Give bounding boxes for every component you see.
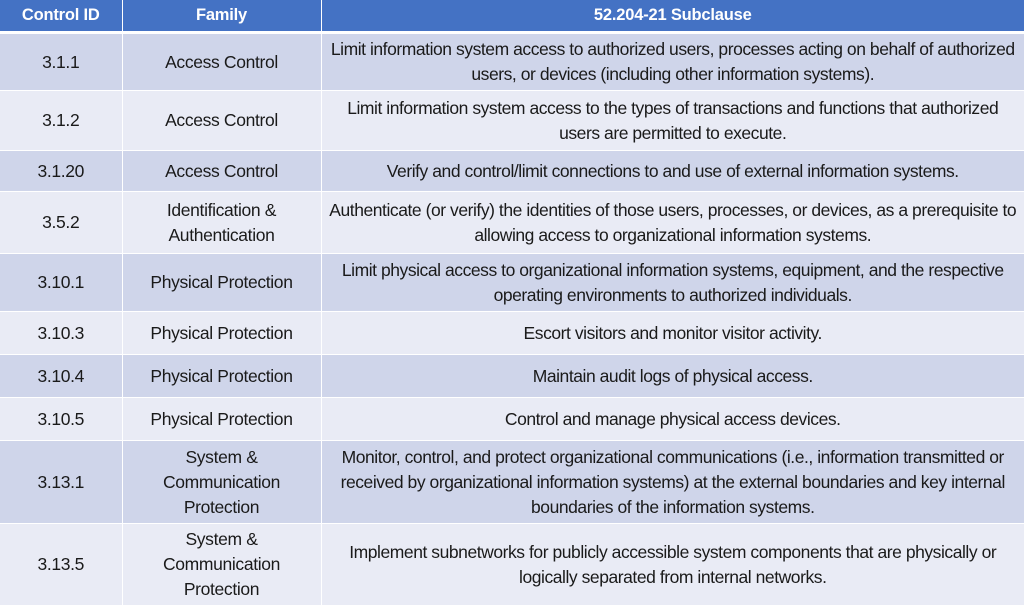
control-id-cell: 3.10.1	[0, 253, 123, 312]
family-cell: Access Control	[122, 32, 322, 91]
controls-table: Control ID Family 52.204-21 Subclause 3.…	[0, 0, 1024, 606]
table-row: 3.13.5 System & Communication Protection…	[0, 523, 1024, 606]
control-id-cell: 3.13.1	[0, 440, 123, 524]
table-row: 3.10.4 Physical Protection Maintain audi…	[0, 354, 1024, 398]
control-id-cell: 3.5.2	[0, 191, 123, 254]
subclause-cell: Maintain audit logs of physical access.	[321, 354, 1024, 398]
control-id-cell: 3.1.2	[0, 90, 123, 151]
subclause-cell: Limit information system access to autho…	[321, 32, 1024, 91]
table-row: 3.1.1 Access Control Limit information s…	[0, 32, 1024, 91]
control-id-cell: 3.1.1	[0, 32, 123, 91]
control-id-cell: 3.10.5	[0, 397, 123, 441]
table-row: 3.10.5 Physical Protection Control and m…	[0, 397, 1024, 441]
table-row: 3.10.3 Physical Protection Escort visito…	[0, 311, 1024, 355]
family-cell: Identification & Authentication	[122, 191, 322, 254]
table-row: 3.10.1 Physical Protection Limit physica…	[0, 253, 1024, 312]
control-id-cell: 3.10.3	[0, 311, 123, 355]
subclause-cell: Limit information system access to the t…	[321, 90, 1024, 151]
subclause-cell: Limit physical access to organizational …	[321, 253, 1024, 312]
table-row: 3.1.20 Access Control Verify and control…	[0, 150, 1024, 192]
family-cell: Access Control	[122, 90, 322, 151]
family-cell: Physical Protection	[122, 354, 322, 398]
table-row: 3.13.1 System & Communication Protection…	[0, 440, 1024, 524]
family-cell: Physical Protection	[122, 311, 322, 355]
family-cell: Access Control	[122, 150, 322, 192]
subclause-cell: Control and manage physical access devic…	[321, 397, 1024, 441]
control-id-cell: 3.10.4	[0, 354, 123, 398]
subclause-cell: Monitor, control, and protect organizati…	[321, 440, 1024, 524]
control-id-cell: 3.1.20	[0, 150, 123, 192]
control-id-cell: 3.13.5	[0, 523, 123, 606]
table-row: 3.5.2 Identification & Authentication Au…	[0, 191, 1024, 254]
family-cell: System & Communication Protection	[122, 440, 322, 524]
family-cell: System & Communication Protection	[122, 523, 322, 606]
header-row: Control ID Family 52.204-21 Subclause	[0, 0, 1024, 34]
subclause-cell: Implement subnetworks for publicly acces…	[321, 523, 1024, 606]
family-cell: Physical Protection	[122, 253, 322, 312]
header-control-id: Control ID	[0, 0, 123, 34]
subclause-cell: Escort visitors and monitor visitor acti…	[321, 311, 1024, 355]
header-subclause: 52.204-21 Subclause	[321, 0, 1024, 34]
family-cell: Physical Protection	[122, 397, 322, 441]
header-family: Family	[122, 0, 322, 34]
subclause-cell: Authenticate (or verify) the identities …	[321, 191, 1024, 254]
table-row: 3.1.2 Access Control Limit information s…	[0, 90, 1024, 151]
subclause-cell: Verify and control/limit connections to …	[321, 150, 1024, 192]
